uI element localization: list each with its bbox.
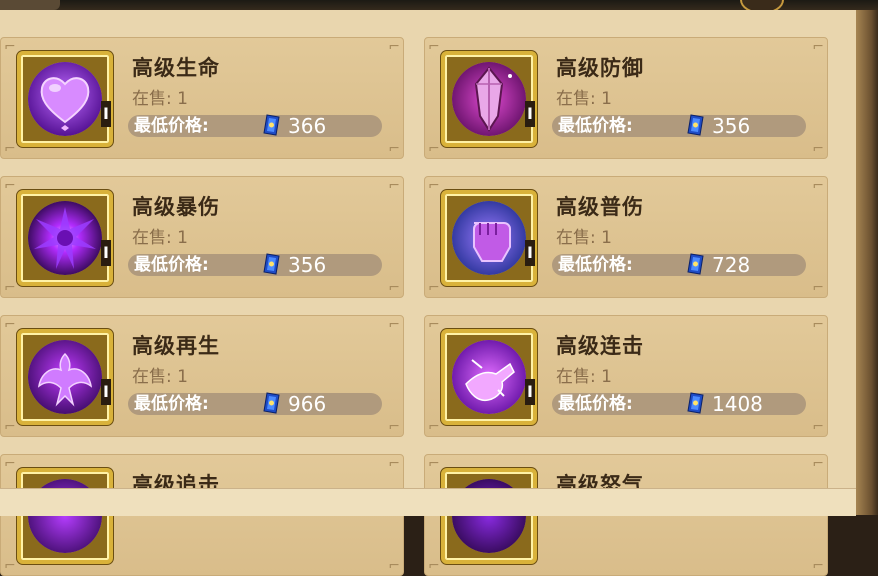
item-icon-frame[interactable]: I <box>17 51 113 147</box>
corner-ornament-icon: ⌐ <box>388 456 400 472</box>
crystal-shield-icon <box>452 62 526 136</box>
corner-ornament-icon: ⌐ <box>428 419 440 435</box>
corner-ornament-icon: ⌐ <box>812 456 824 472</box>
blue-card-gem-icon <box>687 114 704 136</box>
corner-ornament-icon: ⌐ <box>428 456 440 472</box>
price-value: 966 <box>288 392 327 416</box>
corner-ornament-icon: ⌐ <box>428 280 440 296</box>
level-mark: I <box>525 101 535 127</box>
corner-ornament-icon: ⌐ <box>4 280 16 296</box>
level-mark: I <box>525 240 535 266</box>
price-value: 728 <box>712 253 751 277</box>
item-card[interactable]: ⌐ ⌐ ⌐ ⌐ I 高级普伤在售: 1 最低价格: 728 <box>424 176 828 298</box>
on-sale-count: 在售: 1 <box>556 228 612 248</box>
corner-ornament-icon: ⌐ <box>812 141 824 157</box>
corner-ornament-icon: ⌐ <box>388 39 400 55</box>
on-sale-count: 在售: 1 <box>556 89 612 109</box>
corner-ornament-icon: ⌐ <box>812 280 824 296</box>
scroll-edge[interactable] <box>856 10 878 515</box>
top-tab[interactable] <box>0 0 60 10</box>
price-label: 最低价格: <box>134 394 209 414</box>
item-card[interactable]: ⌐ ⌐ ⌐ ⌐ I 高级连击在售: 1 最低价格: 1408 <box>424 315 828 437</box>
corner-ornament-icon: ⌐ <box>4 558 16 574</box>
item-name: 高级暴伤 <box>132 195 220 219</box>
corner-ornament-icon: ⌐ <box>388 419 400 435</box>
item-name: 高级普伤 <box>556 195 644 219</box>
blue-card-gem-icon <box>263 392 280 414</box>
price-bar: 最低价格: 356 <box>128 253 382 277</box>
corner-ornament-icon: ⌐ <box>812 558 824 574</box>
item-name: 高级防御 <box>556 56 644 80</box>
corner-ornament-icon: ⌐ <box>4 141 16 157</box>
price-bar: 最低价格: 966 <box>128 392 382 416</box>
item-icon-frame[interactable]: I <box>441 329 537 425</box>
item-name: 高级生命 <box>132 56 220 80</box>
item-card[interactable]: ⌐ ⌐ ⌐ ⌐ I 高级暴伤在售: 1 最低价格: 356 <box>0 176 404 298</box>
item-icon-frame[interactable]: I <box>17 329 113 425</box>
on-sale-count: 在售: 1 <box>556 367 612 387</box>
corner-ornament-icon: ⌐ <box>4 178 16 194</box>
price-value: 366 <box>288 114 327 138</box>
item-card[interactable]: ⌐ ⌐ ⌐ ⌐ I 高级防御在售: 1 最低价格: 356 <box>424 37 828 159</box>
price-value: 1408 <box>712 392 763 416</box>
corner-ornament-icon: ⌐ <box>812 178 824 194</box>
combo-punch-icon <box>452 340 526 414</box>
phoenix-icon <box>28 340 102 414</box>
corner-ornament-icon: ⌐ <box>812 419 824 435</box>
corner-ornament-icon: ⌐ <box>812 317 824 333</box>
level-mark: I <box>101 101 111 127</box>
corner-ornament-icon: ⌐ <box>812 39 824 55</box>
corner-ornament-icon: ⌐ <box>388 558 400 574</box>
item-icon-frame[interactable]: I <box>441 190 537 286</box>
level-mark: I <box>525 379 535 405</box>
item-card[interactable]: ⌐ ⌐ ⌐ ⌐ I 高级生命在售: 1 最低价格: 366 <box>0 37 404 159</box>
price-label: 最低价格: <box>134 116 209 136</box>
price-label: 最低价格: <box>558 255 633 275</box>
level-mark: I <box>101 240 111 266</box>
price-bar: 最低价格: 356 <box>552 114 806 138</box>
corner-ornament-icon: ⌐ <box>388 280 400 296</box>
blue-card-gem-icon <box>263 253 280 275</box>
fist-icon <box>452 201 526 275</box>
level-mark: I <box>101 379 111 405</box>
burst-icon <box>28 201 102 275</box>
corner-ornament-icon: ⌐ <box>388 178 400 194</box>
corner-ornament-icon: ⌐ <box>428 558 440 574</box>
on-sale-count: 在售: 1 <box>132 228 188 248</box>
price-bar: 最低价格: 728 <box>552 253 806 277</box>
blue-card-gem-icon <box>687 253 704 275</box>
corner-ornament-icon: ⌐ <box>388 317 400 333</box>
item-name: 高级再生 <box>132 334 220 358</box>
price-value: 356 <box>288 253 327 277</box>
item-icon-frame[interactable]: I <box>441 51 537 147</box>
on-sale-count: 在售: 1 <box>132 367 188 387</box>
price-value: 356 <box>712 114 751 138</box>
corner-ornament-icon: ⌐ <box>428 39 440 55</box>
blue-card-gem-icon <box>263 114 280 136</box>
corner-ornament-icon: ⌐ <box>4 456 16 472</box>
price-label: 最低价格: <box>134 255 209 275</box>
bottom-strip <box>0 488 856 516</box>
item-icon-frame[interactable] <box>17 468 113 564</box>
blue-card-gem-icon <box>687 392 704 414</box>
corner-ornament-icon: ⌐ <box>428 317 440 333</box>
corner-ornament-icon: ⌐ <box>4 39 16 55</box>
corner-ornament-icon: ⌐ <box>388 141 400 157</box>
corner-ornament-icon: ⌐ <box>4 419 16 435</box>
item-icon-frame[interactable]: I <box>17 190 113 286</box>
price-label: 最低价格: <box>558 116 633 136</box>
price-label: 最低价格: <box>558 394 633 414</box>
corner-ornament-icon: ⌐ <box>4 317 16 333</box>
item-name: 高级连击 <box>556 334 644 358</box>
purple-heart-icon <box>28 62 102 136</box>
price-bar: 最低价格: 366 <box>128 114 382 138</box>
on-sale-count: 在售: 1 <box>132 89 188 109</box>
corner-ornament-icon: ⌐ <box>428 141 440 157</box>
corner-ornament-icon: ⌐ <box>428 178 440 194</box>
item-card[interactable]: ⌐ ⌐ ⌐ ⌐ I 高级再生在售: 1 最低价格: 966 <box>0 315 404 437</box>
price-bar: 最低价格: 1408 <box>552 392 806 416</box>
item-icon-frame[interactable] <box>441 468 537 564</box>
